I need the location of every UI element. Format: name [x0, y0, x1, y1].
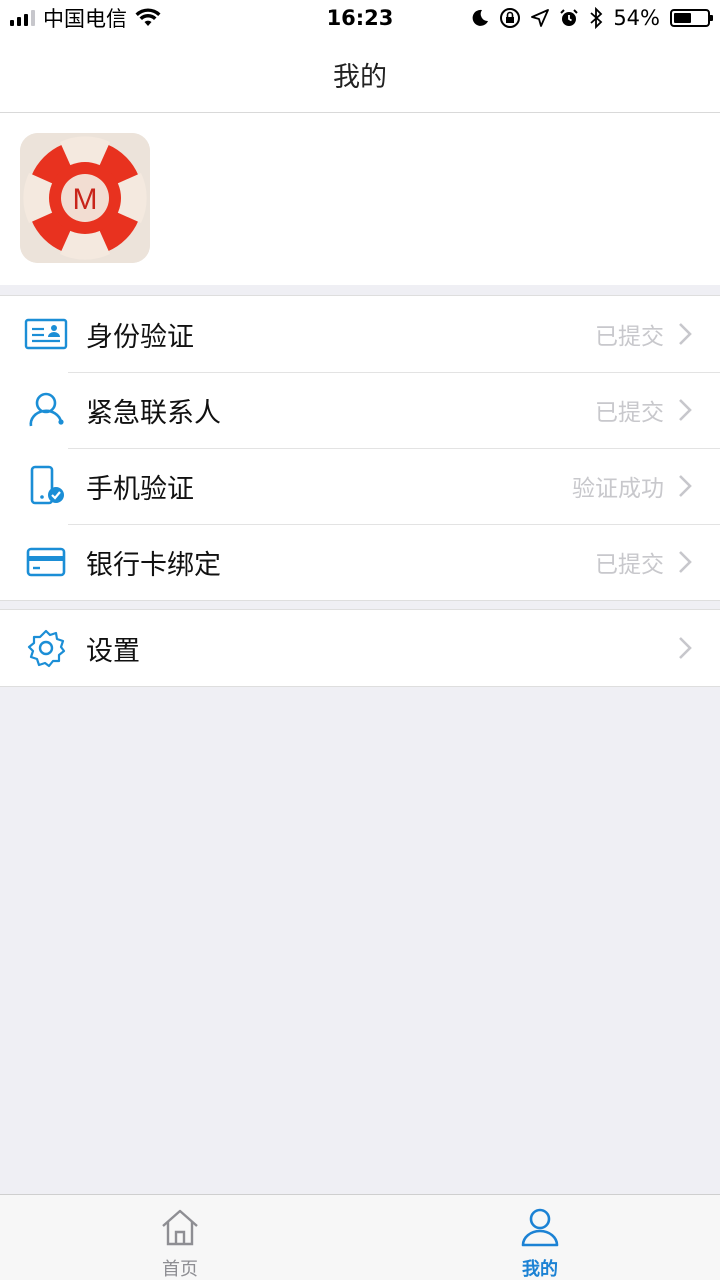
phone-verified-icon: [24, 464, 68, 508]
menu-item-phone-verification[interactable]: 手机验证 验证成功: [0, 448, 720, 524]
chevron-right-icon: [679, 399, 692, 421]
chevron-right-icon: [679, 637, 692, 659]
menu-item-identity[interactable]: 身份验证 已提交: [0, 296, 720, 372]
rotation-lock-icon: [500, 8, 521, 28]
id-card-icon: [24, 312, 68, 356]
chevron-right-icon: [679, 323, 692, 345]
location-icon: [531, 9, 550, 27]
person-icon: [521, 1208, 559, 1247]
menu-item-status: 已提交: [595, 400, 664, 426]
tab-mine-label: 我的: [522, 1259, 558, 1280]
gear-icon: [24, 626, 68, 670]
battery-icon: [670, 9, 713, 27]
chevron-right-icon: [679, 475, 692, 497]
tab-mine[interactable]: 我的: [360, 1195, 720, 1280]
menu-item-label: 手机验证: [86, 473, 194, 505]
alarm-icon: [560, 9, 579, 26]
verification-list: 身份验证 已提交 紧急联系人 已提交 手机验证 验证成功 银行卡绑定 已提交: [0, 295, 720, 601]
tab-home-label: 首页: [162, 1259, 198, 1280]
menu-item-label: 设置: [86, 635, 140, 667]
menu-item-label: 银行卡绑定: [86, 549, 221, 581]
status-right: 54%: [471, 0, 713, 36]
lifebuoy-logo-icon: M: [20, 133, 150, 263]
menu-item-label: 身份验证: [86, 321, 194, 353]
menu-item-settings[interactable]: 设置: [0, 610, 720, 686]
battery-percent: 54%: [613, 6, 660, 30]
menu-item-status: 已提交: [595, 552, 664, 578]
moon-icon: [472, 9, 489, 26]
home-icon: [162, 1209, 198, 1246]
page-title: 我的: [333, 61, 387, 93]
bluetooth-icon: [590, 7, 603, 29]
menu-item-status: 已提交: [595, 324, 664, 350]
tab-bar: 首页 我的: [0, 1194, 720, 1280]
menu-item-status: 验证成功: [572, 476, 664, 502]
settings-list: 设置: [0, 609, 720, 687]
menu-item-emergency-contact[interactable]: 紧急联系人 已提交: [0, 372, 720, 448]
menu-item-label: 紧急联系人: [86, 397, 221, 429]
contact-person-icon: [24, 388, 68, 432]
bank-card-icon: [24, 540, 68, 584]
avatar-letter: M: [73, 183, 98, 216]
screen: 中国电信 16:23 54% 我的 M 身份验证 已提交 紧急联系人 已提交 手…: [0, 0, 720, 1280]
chevron-right-icon: [679, 551, 692, 573]
avatar[interactable]: M: [20, 133, 150, 263]
menu-item-bank-card[interactable]: 银行卡绑定 已提交: [0, 524, 720, 600]
battery-fill: [674, 13, 692, 23]
status-bar: 中国电信 16:23 54%: [0, 0, 720, 36]
nav-bar: 我的: [0, 36, 720, 113]
tab-home[interactable]: 首页: [0, 1195, 360, 1280]
profile-header[interactable]: M: [0, 113, 720, 285]
